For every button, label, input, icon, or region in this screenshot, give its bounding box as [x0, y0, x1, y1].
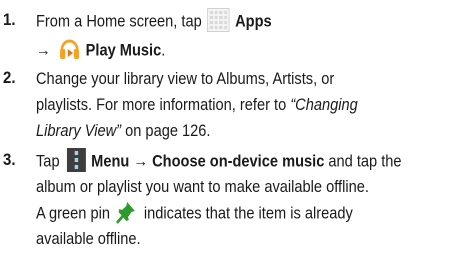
step-1-line-1: From a Home screen, tap Apps [36, 8, 272, 34]
step-text: and tap the [324, 151, 402, 171]
step-text: A green pin [36, 203, 110, 223]
step-2-line-2: playlists. For more information, refer t… [36, 94, 358, 116]
step-number: 1. [3, 10, 16, 29]
period: . [161, 40, 166, 60]
reference-link[interactable]: “Changing [290, 95, 357, 114]
green-pin-icon [115, 200, 137, 224]
play-music-icon [59, 39, 79, 59]
menu-path-label: Menu → Choose on-device music [91, 151, 325, 171]
page-reference: on page 126. [121, 121, 211, 140]
apps-label: Apps [235, 11, 272, 31]
step-number: 3. [3, 150, 16, 169]
play-music-label: Play Music [85, 40, 162, 60]
step-text: indicates that the item is already [143, 203, 353, 223]
step-text: From a Home screen, tap [36, 11, 202, 31]
step-number: 2. [3, 68, 16, 87]
menu-icon [67, 148, 87, 172]
step-3-line-1: Tap Menu → Choose on-device music and ta… [36, 148, 402, 174]
step-text: playlists. For more information, refer t… [36, 95, 287, 114]
apps-grid-icon [207, 8, 230, 32]
step-2-line-3: Library View” on page 126. [36, 120, 210, 142]
arrow: → [36, 40, 51, 60]
step-3-line-3: A green pin indicates that the item is a… [36, 200, 353, 226]
step-2-line-1: Change your library view to Albums, Arti… [36, 69, 335, 88]
step-3-line-4: available offline. [36, 229, 141, 248]
step-1-line-2: → Play Music. [36, 38, 165, 64]
step-text: Tap [36, 151, 60, 171]
reference-link-cont[interactable]: Library View” [36, 121, 121, 140]
step-3-line-2: album or playlist you want to make avail… [36, 177, 369, 196]
instructions-document: 1. From a Home screen, tap Apps → Play M… [0, 0, 468, 268]
